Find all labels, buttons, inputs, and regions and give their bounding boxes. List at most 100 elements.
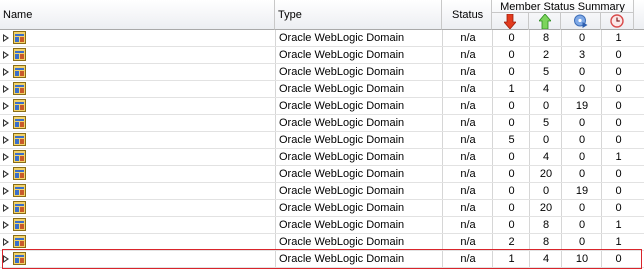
- down-count-cell: 0: [492, 183, 530, 199]
- down-count-cell: 0: [492, 30, 530, 46]
- expand-triangle-icon[interactable]: [3, 51, 9, 59]
- table-row[interactable]: Oracle WebLogic Domain n/a 0 0 19 0: [0, 98, 644, 115]
- table-row[interactable]: Oracle WebLogic Domain n/a 1 4 0 0: [0, 81, 644, 98]
- type-cell: Oracle WebLogic Domain: [275, 64, 442, 80]
- pending-count-cell: 0: [601, 47, 635, 63]
- unknown-count-cell: 0: [561, 200, 602, 216]
- weblogic-domain-icon: [13, 252, 26, 270]
- table-row[interactable]: Oracle WebLogic Domain n/a 0 4 0 1: [0, 149, 644, 166]
- column-header-down[interactable]: [492, 12, 529, 30]
- status-cell: n/a: [442, 64, 493, 80]
- redacted-name: [28, 135, 88, 145]
- up-count-cell: 8: [529, 217, 562, 233]
- status-cell: n/a: [442, 115, 493, 131]
- down-count-cell: 5: [492, 132, 530, 148]
- redacted-name: [28, 254, 88, 264]
- expand-triangle-icon[interactable]: [3, 34, 9, 42]
- unknown-count-cell: 0: [561, 149, 602, 165]
- expand-triangle-icon[interactable]: [3, 170, 9, 178]
- expand-triangle-icon[interactable]: [3, 187, 9, 195]
- unknown-count-cell: 0: [561, 64, 602, 80]
- status-cell: n/a: [442, 81, 493, 97]
- status-cell: n/a: [442, 234, 493, 250]
- status-cell: n/a: [442, 200, 493, 216]
- up-count-cell: 0: [529, 98, 562, 114]
- expand-triangle-icon[interactable]: [3, 119, 9, 127]
- table-row[interactable]: Oracle WebLogic Domain n/a 2 8 0 1: [0, 234, 644, 251]
- column-header-name[interactable]: Name: [0, 0, 275, 30]
- type-cell: Oracle WebLogic Domain: [275, 251, 442, 267]
- table-row[interactable]: Oracle WebLogic Domain n/a 0 0 19 0: [0, 183, 644, 200]
- name-cell[interactable]: [0, 234, 275, 250]
- expand-triangle-icon[interactable]: [3, 68, 9, 76]
- up-count-cell: 4: [529, 81, 562, 97]
- status-cell: n/a: [442, 166, 493, 182]
- expand-triangle-icon[interactable]: [3, 255, 9, 263]
- table-row[interactable]: Oracle WebLogic Domain n/a 0 8 0 1: [0, 217, 644, 234]
- expand-triangle-icon[interactable]: [3, 85, 9, 93]
- expand-triangle-icon[interactable]: [3, 221, 9, 229]
- name-cell[interactable]: [0, 200, 275, 216]
- up-count-cell: 4: [529, 149, 562, 165]
- down-count-cell: 0: [492, 166, 530, 182]
- down-count-cell: 0: [492, 64, 530, 80]
- table-row[interactable]: Oracle WebLogic Domain n/a 1 4 10 0: [0, 251, 644, 268]
- column-header-up[interactable]: [529, 12, 561, 30]
- unknown-count-cell: 0: [561, 115, 602, 131]
- status-cell: n/a: [442, 30, 493, 46]
- pending-clock-icon: [610, 14, 624, 28]
- pending-count-cell: 0: [601, 183, 635, 199]
- name-cell[interactable]: [0, 81, 275, 97]
- redacted-name: [28, 237, 88, 247]
- pending-count-cell: 0: [601, 132, 635, 148]
- name-cell[interactable]: [0, 251, 275, 267]
- name-cell[interactable]: [0, 166, 275, 182]
- column-header-status-label: Status: [452, 9, 484, 21]
- redacted-name: [28, 203, 88, 213]
- column-header-type-label: Type: [278, 9, 302, 21]
- up-count-cell: 8: [529, 234, 562, 250]
- unknown-count-cell: 0: [561, 166, 602, 182]
- header-filler: [634, 0, 644, 30]
- name-cell[interactable]: [0, 47, 275, 63]
- redacted-name: [28, 33, 88, 43]
- table-row[interactable]: Oracle WebLogic Domain n/a 0 20 0 0: [0, 166, 644, 183]
- column-header-type[interactable]: Type: [275, 0, 442, 30]
- expand-triangle-icon[interactable]: [3, 204, 9, 212]
- name-cell[interactable]: [0, 64, 275, 80]
- expand-triangle-icon[interactable]: [3, 136, 9, 144]
- column-header-pending[interactable]: [601, 12, 634, 30]
- name-cell[interactable]: [0, 183, 275, 199]
- unknown-status-icon: [573, 14, 587, 28]
- status-cell: n/a: [442, 132, 493, 148]
- unknown-count-cell: 0: [561, 217, 602, 233]
- table-row[interactable]: Oracle WebLogic Domain n/a 0 20 0 0: [0, 200, 644, 217]
- column-header-member-status-summary: Member Status Summary: [492, 0, 634, 30]
- table-row[interactable]: Oracle WebLogic Domain n/a 0 8 0 1: [0, 30, 644, 47]
- name-cell[interactable]: [0, 30, 275, 46]
- name-cell[interactable]: [0, 217, 275, 233]
- table-row[interactable]: Oracle WebLogic Domain n/a 5 0 0 0: [0, 132, 644, 149]
- status-cell: n/a: [442, 98, 493, 114]
- column-header-unknown[interactable]: [561, 12, 601, 30]
- name-cell[interactable]: [0, 149, 275, 165]
- unknown-count-cell: 0: [561, 132, 602, 148]
- column-header-status[interactable]: Status: [442, 0, 492, 30]
- pending-count-cell: 0: [601, 64, 635, 80]
- name-cell[interactable]: [0, 132, 275, 148]
- redacted-name: [28, 67, 88, 77]
- table-row[interactable]: Oracle WebLogic Domain n/a 0 2 3 0: [0, 47, 644, 64]
- unknown-count-cell: 19: [561, 183, 602, 199]
- down-arrow-icon: [504, 14, 516, 29]
- table-row[interactable]: Oracle WebLogic Domain n/a 0 5 0 0: [0, 64, 644, 81]
- table-row[interactable]: Oracle WebLogic Domain n/a 0 5 0 0: [0, 115, 644, 132]
- name-cell[interactable]: [0, 98, 275, 114]
- expand-triangle-icon[interactable]: [3, 238, 9, 246]
- name-cell[interactable]: [0, 115, 275, 131]
- expand-triangle-icon[interactable]: [3, 102, 9, 110]
- unknown-count-cell: 0: [561, 234, 602, 250]
- type-cell: Oracle WebLogic Domain: [275, 98, 442, 114]
- type-cell: Oracle WebLogic Domain: [275, 149, 442, 165]
- expand-triangle-icon[interactable]: [3, 153, 9, 161]
- pending-count-cell: 0: [601, 200, 635, 216]
